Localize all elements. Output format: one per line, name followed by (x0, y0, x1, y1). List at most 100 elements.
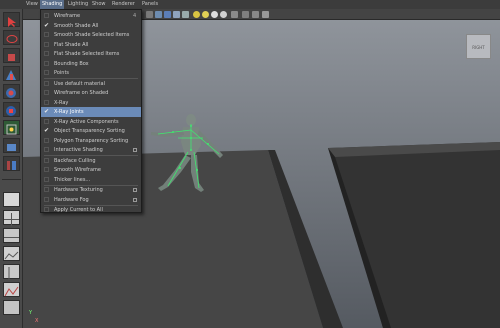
menu-item-label: Thicker lines... (54, 176, 91, 183)
checkbox-empty-icon (44, 137, 49, 143)
menu-item-hardware-fog[interactable]: Hardware Fog (41, 195, 141, 205)
view-cube[interactable]: RIGHT (466, 34, 491, 59)
checkbox-empty-icon (44, 187, 49, 192)
shading-menu: Wireframe 4 ✔ Smooth Shade All Smooth Shade … (40, 9, 142, 213)
menu-item-bounding-box[interactable]: Bounding Box (41, 59, 141, 69)
resolution-gate-icon[interactable] (262, 11, 269, 18)
menu-item-object-transparency-sorting[interactable]: ✔ Object Transparency Sorting (41, 126, 141, 136)
far-block (328, 142, 500, 328)
menu-item-label: Wireframe (54, 13, 81, 19)
menu-item-label: Object Transparency Sorting (54, 128, 125, 134)
menu-item-flat-shade-selected-items[interactable]: Flat Shade Selected Items (41, 49, 141, 59)
option-box-icon[interactable] (133, 148, 137, 152)
layout-single-icon[interactable] (3, 192, 20, 207)
checkbox-empty-icon (44, 90, 49, 95)
menu-show[interactable]: Show (92, 0, 106, 9)
layout-persp-graph-icon[interactable] (3, 228, 20, 243)
menu-item-label: Smooth Shade Selected Items (54, 32, 130, 38)
menu-shading[interactable]: Shading (40, 0, 65, 9)
layout-outliner-icon[interactable] (3, 300, 20, 315)
layout-persp-outliner-icon[interactable] (3, 264, 20, 280)
menu-item-polygon-transparency-sorting[interactable]: Polygon Transparency Sorting (41, 136, 141, 146)
option-box-icon[interactable] (133, 188, 137, 192)
maya-window: View Shading Lighting Show Renderer Pane… (0, 0, 500, 328)
checkbox-empty-icon (44, 167, 49, 172)
menu-item-label: Wireframe on Shaded (54, 90, 109, 96)
menu-item-backface-culling[interactable]: Backface Culling (41, 156, 141, 166)
shadows-icon[interactable] (211, 11, 218, 18)
smooth-shade-icon[interactable] (164, 11, 171, 18)
manipulator-tool-icon[interactable] (3, 120, 20, 135)
isolate-select-icon[interactable] (231, 11, 238, 18)
menu-item-thicker-lines[interactable]: Thicker lines... (41, 175, 141, 185)
checkbox-empty-icon (44, 207, 49, 212)
menu-item-use-default-material[interactable]: Use default material (41, 79, 141, 89)
menu-item-label: X-Ray Joints (54, 109, 84, 115)
move-tool-icon[interactable] (3, 66, 20, 81)
wireframe-icon[interactable] (155, 11, 162, 18)
menu-item-label: Hardware Fog (54, 196, 89, 203)
menu-item-smooth-shade-selected-items[interactable]: Smooth Shade Selected Items (41, 30, 141, 40)
menu-item-x-ray-joints[interactable]: ✔ X-Ray Joints (41, 107, 141, 117)
checkmark-icon: ✔ (44, 108, 50, 115)
menu-item-label: Polygon Transparency Sorting (54, 137, 129, 144)
lights-icon[interactable] (182, 11, 189, 18)
hotkey-label: 4 (133, 13, 137, 19)
menu-panels[interactable]: Panels (142, 0, 158, 9)
menu-item-x-ray[interactable]: X-Ray (41, 98, 141, 108)
menu-item-apply-current-to-all[interactable]: Apply Current to All (41, 205, 141, 215)
menu-item-interactive-shading[interactable]: Interactive Shading (41, 145, 141, 155)
layout-graph-editor-icon[interactable] (3, 282, 20, 297)
xray-icon[interactable] (242, 11, 249, 18)
scale-tool-icon[interactable] (3, 102, 20, 117)
menu-item-label: Smooth Shade All (54, 22, 99, 29)
layout-four-icon[interactable] (3, 210, 20, 226)
menu-item-smooth-wireframe[interactable]: Smooth Wireframe (41, 165, 141, 175)
checkbox-empty-icon (44, 118, 49, 124)
menu-view[interactable]: View (26, 0, 38, 9)
menu-item-label: X-Ray Active Components (54, 118, 119, 125)
rotate-tool-icon[interactable] (3, 84, 20, 99)
menu-item-wireframe-on-shaded[interactable]: Wireframe on Shaded (41, 88, 141, 98)
checkbox-empty-icon (44, 60, 49, 66)
menu-item-hardware-texturing[interactable]: Hardware Texturing (41, 185, 141, 195)
soft-mod-icon[interactable] (3, 138, 20, 153)
menu-item-smooth-shade-all[interactable]: ✔ Smooth Shade All (41, 21, 141, 31)
view-cube-label: RIGHT (472, 45, 485, 50)
checkbox-empty-icon (44, 176, 49, 182)
ambient-occlusion-icon[interactable] (220, 11, 227, 18)
checkbox-empty-icon (44, 41, 49, 47)
toolbox-separator (2, 179, 21, 180)
option-box-icon[interactable] (133, 197, 137, 202)
select-tool-icon[interactable] (3, 12, 20, 27)
panel-menubar: View Shading Lighting Show Renderer Pane… (0, 0, 500, 9)
checkbox-empty-icon (44, 80, 49, 86)
camera-icon[interactable] (146, 11, 153, 18)
menu-item-label: Hardware Texturing (54, 187, 103, 193)
paint-select-icon[interactable] (3, 48, 20, 63)
checkbox-empty-icon (44, 157, 49, 163)
default-light-icon[interactable] (193, 11, 200, 18)
menu-item-x-ray-active-components[interactable]: X-Ray Active Components (41, 117, 141, 127)
checkmark-icon: ✔ (44, 127, 50, 134)
checkbox-empty-icon (44, 13, 49, 18)
menu-renderer[interactable]: Renderer (112, 0, 135, 9)
menu-item-label: Use default material (54, 80, 105, 87)
menu-item-label: Flat Shade All (54, 41, 89, 48)
menu-item-label: X-Ray (54, 99, 69, 106)
grid-icon[interactable] (252, 11, 259, 18)
checkmark-icon: ✔ (44, 21, 50, 29)
last-tool-icon[interactable] (3, 156, 20, 171)
all-lights-icon[interactable] (202, 11, 209, 18)
lasso-tool-icon[interactable] (3, 30, 20, 45)
checkbox-empty-icon (44, 70, 49, 75)
menu-item-wireframe[interactable]: Wireframe 4 (41, 11, 141, 21)
menu-item-label: Interactive Shading (54, 147, 103, 153)
menu-item-flat-shade-all[interactable]: Flat Shade All (41, 40, 141, 50)
layout-hypershade-icon[interactable] (3, 246, 20, 261)
menu-lighting[interactable]: Lighting (68, 0, 88, 9)
menu-item-points[interactable]: Points (41, 68, 141, 78)
axis-y-label: Y (29, 310, 33, 316)
checkbox-empty-icon (44, 99, 49, 105)
textured-icon[interactable] (173, 11, 180, 18)
